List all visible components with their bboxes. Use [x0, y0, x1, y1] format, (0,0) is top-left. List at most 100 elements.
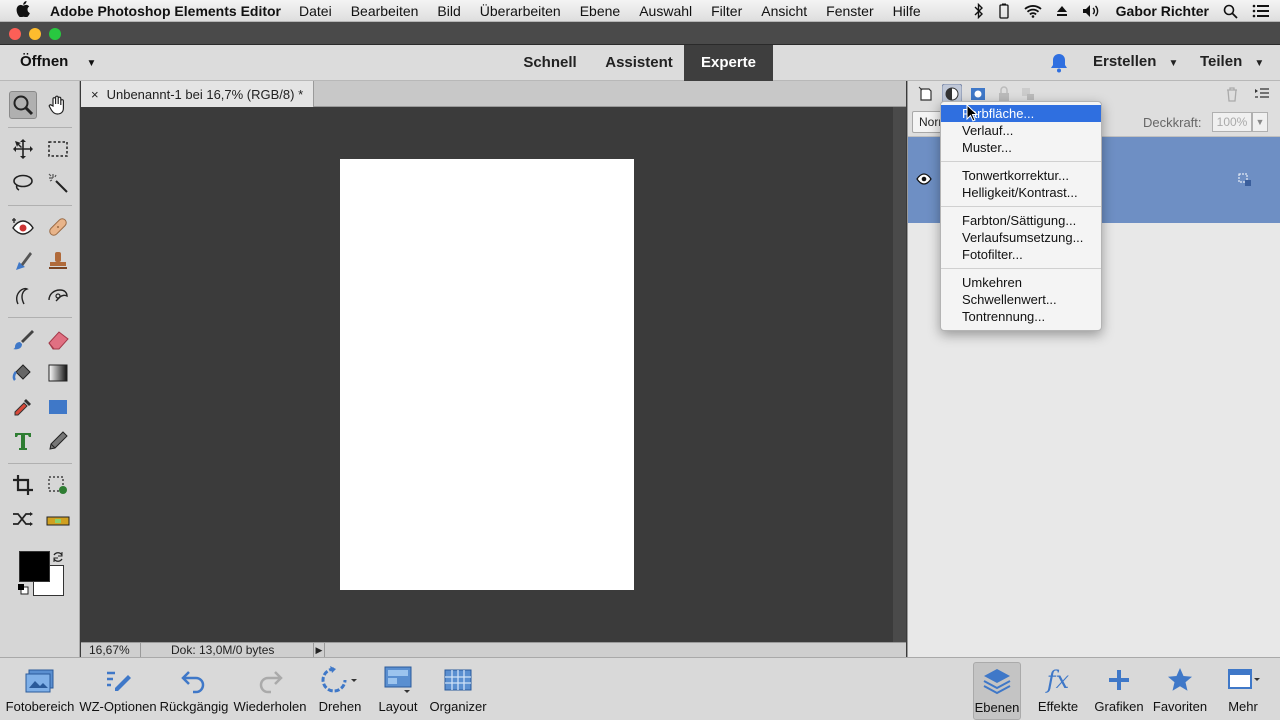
- layout-button[interactable]: Layout: [372, 662, 424, 720]
- tab-schnell[interactable]: Schnell: [513, 45, 587, 81]
- menu-bearbeiten[interactable]: Bearbeiten: [351, 3, 419, 19]
- crop-tool[interactable]: [9, 471, 37, 499]
- menu-ebene[interactable]: Ebene: [580, 3, 620, 19]
- menu-bild[interactable]: Bild: [437, 3, 460, 19]
- canvas-area[interactable]: [81, 107, 893, 642]
- shape-tool[interactable]: [44, 393, 72, 421]
- menu-item-farbton-saettigung[interactable]: Farbton/Sättigung...: [941, 212, 1101, 229]
- red-eye-tool[interactable]: [9, 213, 37, 241]
- opacity-label: Deckkraft:: [1143, 115, 1202, 130]
- layers-panel-button[interactable]: Ebenen: [973, 662, 1021, 720]
- straighten-tool[interactable]: [44, 505, 72, 533]
- clone-stamp-tool[interactable]: [44, 247, 72, 275]
- swap-colors-icon[interactable]: [52, 551, 64, 563]
- marquee-tool[interactable]: [44, 135, 72, 163]
- blur-tool[interactable]: [9, 281, 37, 309]
- menu-ueberarbeiten[interactable]: Überarbeiten: [480, 3, 561, 19]
- menu-item-helligkeit-kontrast[interactable]: Helligkeit/Kontrast...: [941, 184, 1101, 201]
- gradient-tool[interactable]: [44, 359, 72, 387]
- layer-mask-icon[interactable]: [970, 86, 986, 102]
- hand-tool[interactable]: [44, 91, 72, 119]
- redo-button[interactable]: Wiederholen: [232, 662, 308, 720]
- apple-icon[interactable]: [16, 0, 36, 21]
- recompose-tool[interactable]: [44, 471, 72, 499]
- paint-bucket-tool[interactable]: [9, 359, 37, 387]
- bandage-icon: [49, 218, 67, 236]
- pencil-tool[interactable]: [44, 427, 72, 455]
- menu-item-tonwertkorrektur[interactable]: Tonwertkorrektur...: [941, 167, 1101, 184]
- spotlight-search-icon[interactable]: [1223, 4, 1238, 19]
- healing-brush-tool[interactable]: [44, 213, 72, 241]
- notification-center-icon[interactable]: [1252, 4, 1270, 18]
- volume-icon[interactable]: [1082, 4, 1102, 18]
- favorites-panel-button[interactable]: Favoriten: [1150, 662, 1210, 720]
- menu-datei[interactable]: Datei: [299, 3, 332, 19]
- share-button[interactable]: Teilen ▼: [1200, 53, 1264, 70]
- wifi-icon[interactable]: [1024, 4, 1042, 18]
- menu-item-verlaufsumsetzung[interactable]: Verlaufsumsetzung...: [941, 229, 1101, 246]
- create-button[interactable]: Erstellen ▼: [1093, 53, 1178, 70]
- undo-button[interactable]: Rückgängig: [158, 662, 230, 720]
- menu-item-fotofilter[interactable]: Fotofilter...: [941, 246, 1101, 263]
- hand-icon: [48, 95, 64, 115]
- battery-icon[interactable]: [998, 3, 1010, 19]
- open-button[interactable]: Öffnen ▼: [20, 53, 96, 70]
- lock-transparent-icon[interactable]: [996, 86, 1012, 102]
- trash-icon[interactable]: [1224, 86, 1240, 102]
- tool-options-button[interactable]: WZ-Optionen: [78, 662, 158, 720]
- tab-experte[interactable]: Experte: [684, 45, 773, 81]
- lasso-icon: [13, 174, 33, 191]
- effects-panel-button[interactable]: fx Effekte: [1032, 662, 1084, 720]
- menu-item-schwellenwert[interactable]: Schwellenwert...: [941, 291, 1101, 308]
- lasso-tool[interactable]: [9, 169, 37, 197]
- menu-ansicht[interactable]: Ansicht: [761, 3, 807, 19]
- smart-brush-tool[interactable]: [9, 247, 37, 275]
- more-panels-button[interactable]: Mehr: [1216, 662, 1270, 720]
- visibility-eye-icon[interactable]: [916, 173, 932, 185]
- zoom-level-field[interactable]: 16,67%: [81, 643, 141, 658]
- brush-tool[interactable]: [9, 325, 37, 353]
- close-tab-icon[interactable]: ×: [91, 87, 99, 102]
- tab-assistent[interactable]: Assistent: [598, 45, 680, 81]
- rotate-button[interactable]: Drehen: [310, 662, 370, 720]
- document-canvas[interactable]: [340, 159, 634, 590]
- opacity-input[interactable]: 100%: [1212, 112, 1252, 132]
- menu-auswahl[interactable]: Auswahl: [639, 3, 692, 19]
- quick-selection-tool[interactable]: [44, 169, 72, 197]
- default-colors-icon[interactable]: [17, 583, 29, 595]
- chevron-down-icon[interactable]: ▼: [1252, 112, 1268, 132]
- eject-icon[interactable]: [1056, 5, 1068, 17]
- content-aware-move-tool[interactable]: [9, 505, 37, 533]
- bell-icon[interactable]: [1048, 53, 1070, 73]
- eraser-tool[interactable]: [44, 325, 72, 353]
- bluetooth-icon[interactable]: [974, 3, 984, 19]
- menu-item-umkehren[interactable]: Umkehren: [941, 274, 1101, 291]
- menu-hilfe[interactable]: Hilfe: [893, 3, 921, 19]
- menu-item-tontrennung[interactable]: Tontrennung...: [941, 308, 1101, 325]
- zoom-tool[interactable]: [9, 91, 37, 119]
- move-tool[interactable]: [9, 135, 37, 163]
- menu-item-farbflaeche[interactable]: Farbfläche...: [941, 105, 1101, 122]
- zoom-window-button[interactable]: [49, 28, 61, 40]
- menu-filter[interactable]: Filter: [711, 3, 742, 19]
- user-name[interactable]: Gabor Richter: [1116, 3, 1209, 19]
- sponge-tool[interactable]: [44, 281, 72, 309]
- organizer-button[interactable]: Organizer: [426, 662, 490, 720]
- foreground-color-swatch[interactable]: [19, 551, 50, 582]
- eyedropper-tool[interactable]: [9, 393, 37, 421]
- photo-bin-button[interactable]: Fotobereich: [4, 662, 76, 720]
- app-name-menu[interactable]: Adobe Photoshop Elements Editor: [50, 3, 281, 19]
- menu-item-muster[interactable]: Muster...: [941, 139, 1101, 156]
- menu-fenster[interactable]: Fenster: [826, 3, 873, 19]
- status-menu-arrow-icon[interactable]: ▶: [313, 643, 325, 658]
- menu-item-verlauf[interactable]: Verlauf...: [941, 122, 1101, 139]
- document-tab[interactable]: × Unbenannt-1 bei 16,7% (RGB/8) *: [81, 81, 315, 107]
- type-tool[interactable]: [9, 427, 37, 455]
- graphics-panel-button[interactable]: Grafiken: [1090, 662, 1148, 720]
- close-window-button[interactable]: [9, 28, 21, 40]
- new-layer-icon[interactable]: [918, 86, 934, 102]
- panel-menu-icon[interactable]: [1254, 86, 1270, 102]
- lock-all-icon[interactable]: [1020, 86, 1036, 102]
- layer-lock-icon[interactable]: [1238, 173, 1252, 187]
- minimize-window-button[interactable]: [29, 28, 41, 40]
